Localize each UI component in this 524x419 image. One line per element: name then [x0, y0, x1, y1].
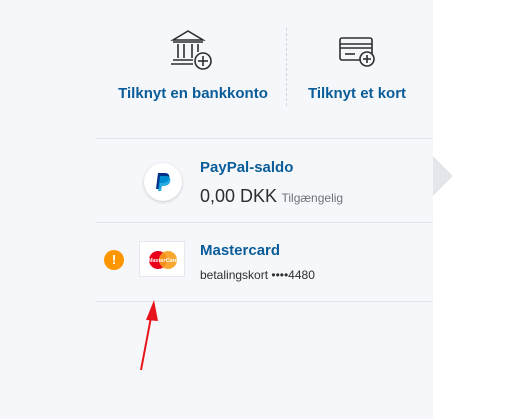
annotation-arrow-icon [140, 300, 158, 371]
